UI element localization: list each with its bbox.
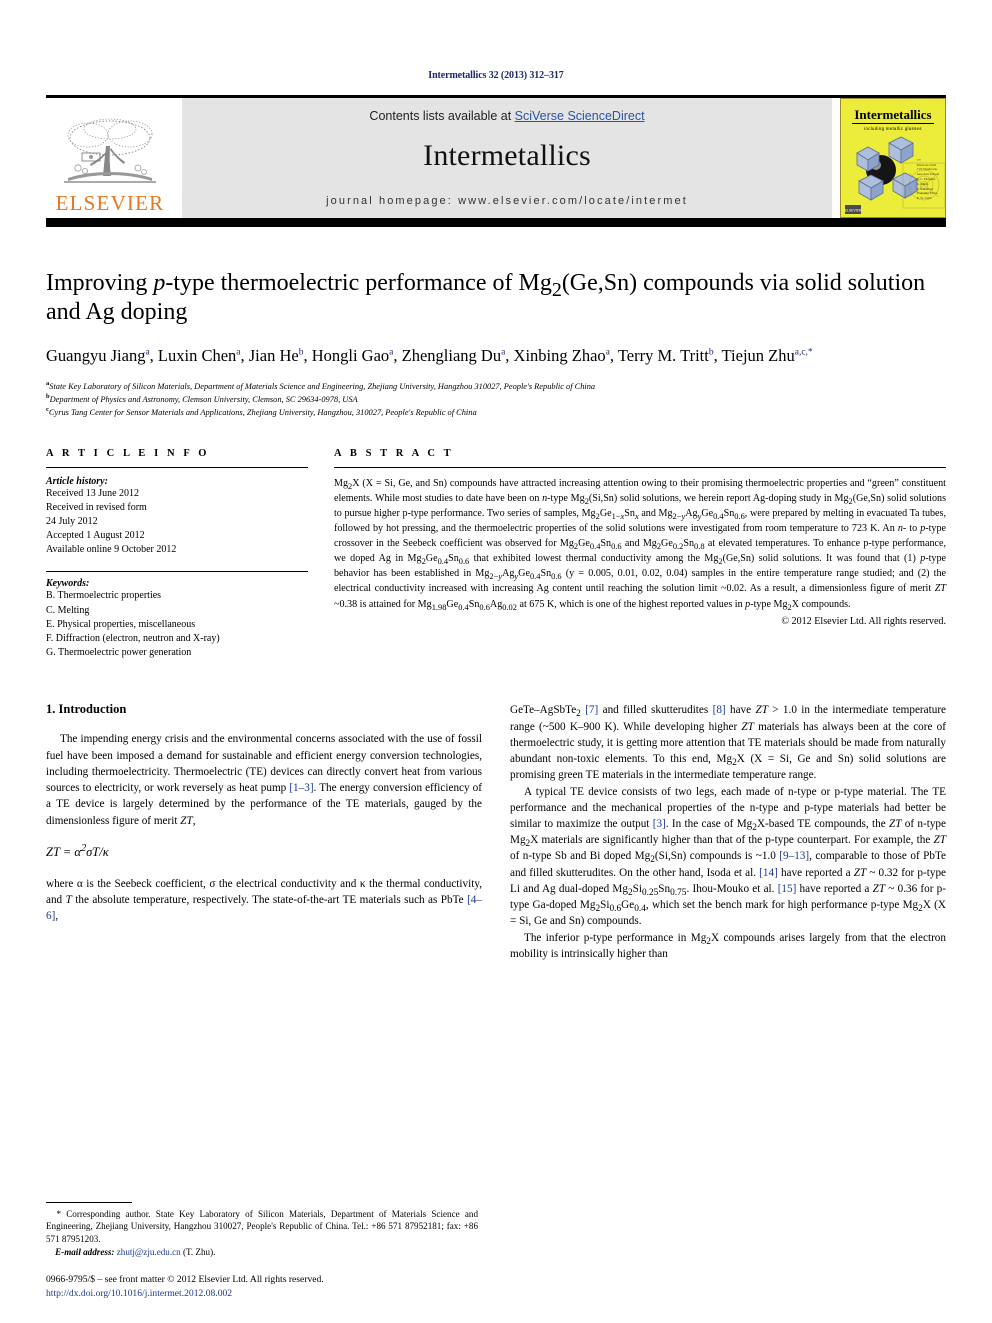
journal-masthead: ELSEVIER Contents lists available at Sci… — [46, 95, 946, 218]
running-head: Intermetallics 32 (2013) 312–317 — [428, 70, 564, 81]
title-subscript: 2 — [551, 278, 562, 301]
divider — [46, 466, 308, 468]
article-history-label: Article history: — [46, 475, 108, 487]
author[interactable]: Terry M. Trittb — [618, 346, 714, 365]
cover-editor-lines: •••• Editor-in-Chief J. H. Westbrook Associ… — [916, 157, 939, 201]
journal-cover-image: Intermetallics including metallic glasse… — [840, 98, 946, 218]
citation-link[interactable]: [9–13] — [779, 850, 809, 862]
page-title: Improving p-type thermoelectric performa… — [46, 269, 946, 328]
paragraph: where α is the Seebeck coefficient, σ th… — [46, 877, 482, 923]
author[interactable]: Xinbing Zhaoa — [514, 346, 610, 365]
keyword-item: E. Physical properties, miscellaneous — [46, 618, 196, 630]
keyword-item: F. Diffraction (electron, neutron and X-… — [46, 633, 220, 644]
affiliation: cCyrus Tang Center for Sensor Materials … — [46, 406, 477, 418]
equation-zt: ZT = α2σT/κ — [46, 842, 109, 859]
author[interactable]: Zhengliang Dua — [402, 346, 506, 365]
citation-link[interactable]: [4–6] — [46, 894, 482, 922]
body-columns: 1. Introduction The impending energy cri… — [46, 702, 946, 962]
contents-prefix: Contents lists available at — [369, 109, 515, 123]
footnote-rule — [46, 1201, 132, 1203]
author-list: Guangyu Jianga, Luxin Chena, Jian Heb, H… — [46, 345, 813, 365]
body-column-right: GeTe–AgSbTe2 [7] and filled skutterudite… — [510, 702, 946, 962]
masthead-bottom-rule — [46, 218, 946, 227]
affiliation-list: aState Key Laboratory of Silicon Materia… — [46, 380, 946, 419]
abstract-column: A B S T R A C T Mg2X (X = Si, Ge, and Sn… — [334, 448, 946, 661]
elsevier-tree-icon — [64, 118, 156, 183]
issn-block: 0966-9795/$ – see front matter © 2012 El… — [46, 1273, 478, 1301]
journal-homepage[interactable]: journal homepage: www.elsevier.com/locat… — [326, 195, 688, 207]
author[interactable]: Luxin Chena — [158, 346, 241, 365]
section-heading-introduction: 1. Introduction — [46, 702, 127, 717]
elsevier-wordmark: ELSEVIER — [55, 191, 165, 215]
journal-title: Intermetallics — [423, 139, 591, 172]
citation-link[interactable]: [7] — [585, 704, 598, 716]
paragraph: The impending energy crisis and the envi… — [46, 733, 482, 827]
author[interactable]: Tiejun Zhua,c,* — [722, 346, 813, 365]
sciencedirect-link[interactable]: SciVerse ScienceDirect — [515, 109, 645, 123]
info-abstract-row: A R T I C L E I N F O Article history: R… — [46, 448, 946, 661]
paper-page: Intermetallics 32 (2013) 312–317 ELSEVIE… — [0, 0, 992, 1323]
footnote-block: * Corresponding author. State Key Labora… — [46, 1201, 478, 1301]
citation-link[interactable]: [14] — [759, 867, 778, 879]
doi-link[interactable]: http://dx.doi.org/10.1016/j.intermet.201… — [46, 1287, 478, 1301]
email-link[interactable]: zhutj@zju.edu.cn — [117, 1247, 181, 1257]
keyword-item: B. Thermoelectric properties — [46, 590, 162, 602]
paragraph: GeTe–AgSbTe2 [7] and filled skutterudite… — [510, 704, 947, 782]
citation-link[interactable]: [15] — [778, 883, 797, 895]
keywords-label: Keywords: — [46, 578, 90, 590]
abstract-text: Mg2X (X = Si, Ge, and Sn) compounds have… — [334, 477, 947, 612]
svg-text:ELSEVIER: ELSEVIER — [845, 209, 861, 213]
cover-elsevier-mark: ELSEVIER — [845, 205, 862, 214]
email-label: E-mail address: — [55, 1247, 115, 1258]
body-column-left: 1. Introduction The impending energy cri… — [46, 702, 482, 962]
abstract-copyright: © 2012 Elsevier Ltd. All rights reserved… — [781, 615, 946, 627]
title-part-1: Improving — [46, 270, 154, 296]
email-suffix: (T. Zhu). — [180, 1247, 216, 1258]
title-part-2: -type thermoelectric performance of Mg — [165, 270, 552, 296]
history-item: Received 13 June 2012 — [46, 487, 140, 499]
keywords-block: Keywords: B. Thermoelectric properties C… — [46, 571, 308, 660]
title-italic-p: p — [153, 270, 166, 296]
elsevier-logo: ELSEVIER — [46, 98, 174, 218]
issn-line: 0966-9795/$ – see front matter © 2012 El… — [46, 1274, 324, 1286]
divider — [46, 571, 308, 573]
affiliation: aState Key Laboratory of Silicon Materia… — [46, 380, 596, 392]
keyword-item: G. Thermoelectric power generation — [46, 647, 192, 659]
paragraph: The inferior p-type performance in Mg2X … — [510, 931, 946, 960]
author[interactable]: Jian Heb — [249, 346, 304, 365]
corresponding-author-email: E-mail address: zhutj@zju.edu.cn (T. Zhu… — [46, 1246, 478, 1259]
contents-available-line: Contents lists available at SciVerse Sci… — [369, 109, 644, 123]
divider — [334, 466, 946, 468]
history-item: 24 July 2012 — [46, 515, 98, 527]
cover-title: Intermetallics — [852, 107, 934, 124]
article-info-heading: A R T I C L E I N F O — [46, 447, 210, 459]
cover-footer: ELSEVIER — [845, 205, 941, 215]
masthead-center: Contents lists available at SciVerse Sci… — [182, 98, 832, 218]
history-item: Received in revised form — [46, 501, 147, 513]
author[interactable]: Hongli Gaoa — [312, 346, 394, 365]
citation-link[interactable]: [8] — [713, 704, 726, 716]
citation-link[interactable]: [3] — [653, 818, 666, 830]
history-item: Accepted 1 August 2012 — [46, 530, 145, 542]
history-item: Available online 9 October 2012 — [46, 544, 177, 556]
affiliation: bDepartment of Physics and Astronomy, Cl… — [46, 393, 358, 405]
title-part-3: (Ge,Sn) compounds via solid — [561, 270, 842, 296]
paragraph: A typical TE device consists of two legs… — [510, 785, 947, 928]
keyword-item: C. Melting — [46, 604, 90, 616]
citation-link[interactable]: [1–3] — [289, 782, 313, 794]
corresponding-author-note: * Corresponding author. State Key Labora… — [46, 1208, 478, 1245]
article-info-column: A R T I C L E I N F O Article history: R… — [46, 448, 308, 661]
author[interactable]: Guangyu Jianga — [46, 346, 150, 365]
abstract-heading: A B S T R A C T — [334, 447, 454, 459]
